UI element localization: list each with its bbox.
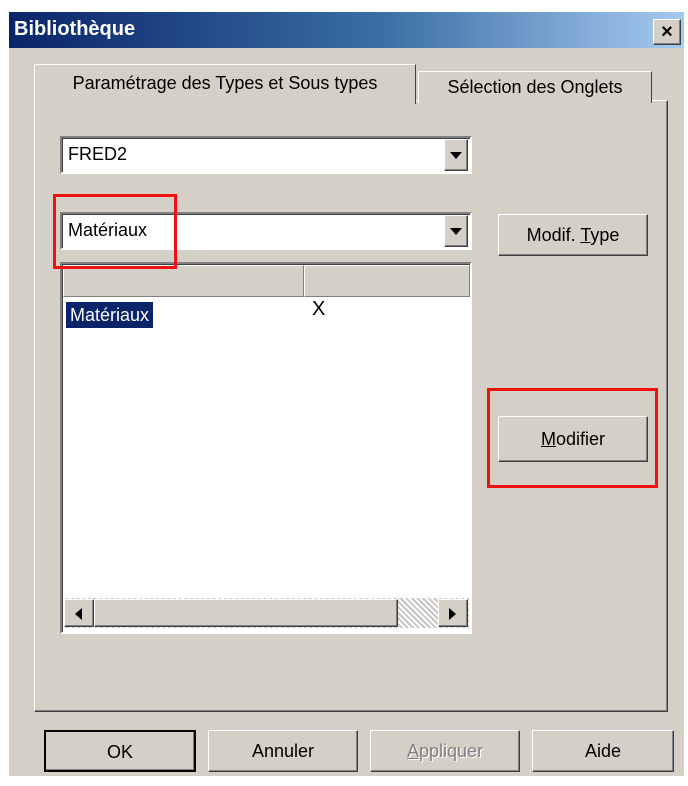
- appliquer-mnemonic: A: [406, 741, 419, 761]
- ok-label: OK: [106, 742, 133, 762]
- chevron-right-icon: [449, 608, 456, 620]
- appliquer-button[interactable]: Appliquer: [370, 730, 520, 772]
- scroll-left-button[interactable]: [64, 599, 94, 627]
- chevron-left-icon: [75, 608, 82, 620]
- library-combobox-value: FRED2: [68, 144, 128, 164]
- tab-selection-onglets[interactable]: Sélection des Onglets: [418, 71, 652, 103]
- chevron-down-icon: [450, 152, 462, 159]
- aide-label: Aide: [584, 741, 622, 761]
- modif-type-label-suffix: ype: [590, 225, 620, 245]
- modif-type-label-prefix: Modif.: [526, 225, 581, 245]
- list-item-mark: X: [312, 298, 326, 320]
- window-title: Bibliothèque: [14, 18, 136, 40]
- annuler-button[interactable]: Annuler: [208, 730, 358, 772]
- appliquer-label-suffix: ppliquer: [418, 741, 484, 761]
- close-button[interactable]: ×: [653, 19, 681, 45]
- close-icon: ×: [661, 21, 673, 43]
- modif-type-mnemonic: T: [580, 225, 591, 245]
- list-item-name[interactable]: Matériaux: [64, 301, 155, 329]
- type-dropdown-button[interactable]: [444, 215, 468, 247]
- highlight-box-modifier: [487, 388, 658, 488]
- tab-selection-onglets-label: Sélection des Onglets: [447, 77, 623, 97]
- scroll-thumb[interactable]: [94, 599, 398, 627]
- list-column-header-1[interactable]: [63, 265, 304, 297]
- modif-type-button[interactable]: Modif. Type: [498, 214, 648, 256]
- aide-button[interactable]: Aide: [532, 730, 674, 772]
- list-column-header-2[interactable]: [304, 265, 470, 297]
- tab-parametrage[interactable]: Paramétrage des Types et Sous types: [34, 64, 416, 104]
- scroll-right-button[interactable]: [438, 599, 468, 627]
- highlight-box-type: [53, 194, 177, 269]
- ok-button[interactable]: OK: [44, 730, 196, 772]
- annuler-label: Annuler: [251, 741, 315, 761]
- library-dropdown-button[interactable]: [444, 139, 468, 171]
- tab-parametrage-label: Paramétrage des Types et Sous types: [72, 73, 378, 93]
- chevron-down-icon: [450, 228, 462, 235]
